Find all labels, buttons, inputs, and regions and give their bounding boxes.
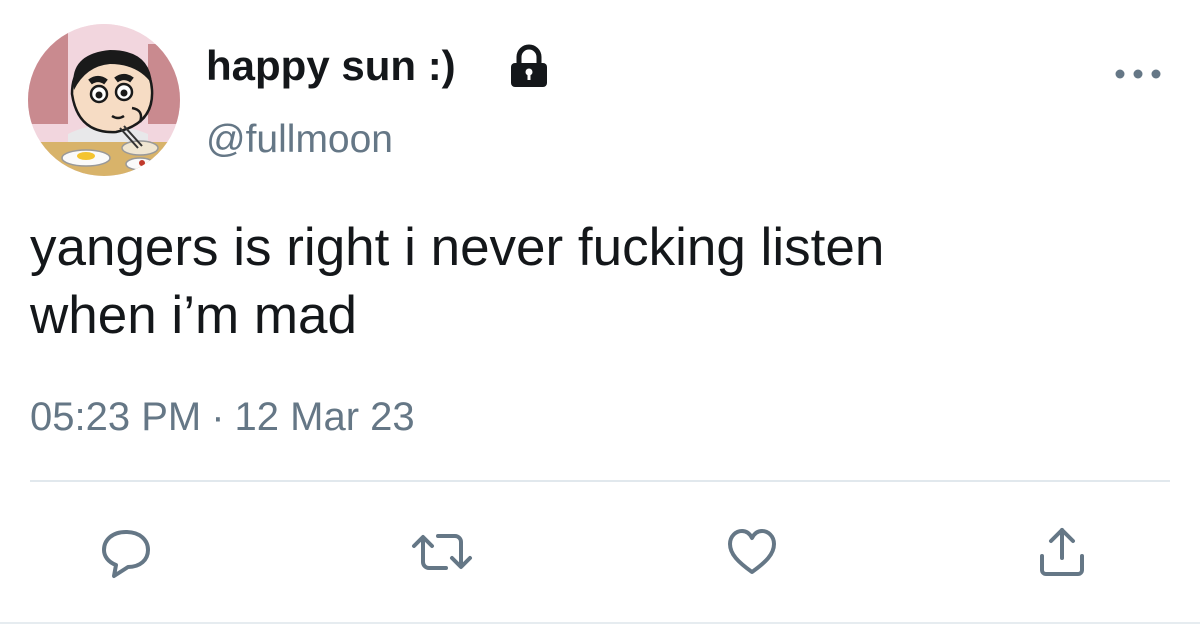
tweet-card: happy sun :) @fullmoon yangers is right … <box>0 0 1200 638</box>
cartoon-boy-avatar-image <box>28 24 180 176</box>
bottom-border <box>0 622 1200 624</box>
divider <box>30 480 1170 482</box>
like-icon <box>728 529 776 574</box>
reply-icon <box>102 530 150 578</box>
tweet-text-line: yangers is right i never fucking listen <box>30 218 885 277</box>
timestamp[interactable]: 05:23 PM · 12 Mar 23 <box>30 392 415 442</box>
tweet-text-line: when i’m mad <box>30 286 357 345</box>
avatar[interactable] <box>28 24 180 176</box>
lock-icon <box>511 44 547 87</box>
like-button[interactable] <box>726 524 778 580</box>
more-icon[interactable] <box>1112 60 1164 84</box>
retweet-button[interactable] <box>410 524 472 580</box>
display-name[interactable]: happy sun :) <box>206 40 456 92</box>
handle[interactable]: @fullmoon <box>206 116 393 164</box>
timestamp-time: 05:23 PM <box>30 395 202 439</box>
reply-button[interactable] <box>100 524 152 580</box>
share-icon <box>1040 528 1084 576</box>
retweet-icon <box>412 534 472 570</box>
timestamp-date: 12 Mar 23 <box>234 395 415 439</box>
timestamp-separator: · <box>211 395 225 439</box>
share-button[interactable] <box>1036 524 1088 580</box>
tweet-text: yangers is right i never fucking listen … <box>30 214 1170 350</box>
